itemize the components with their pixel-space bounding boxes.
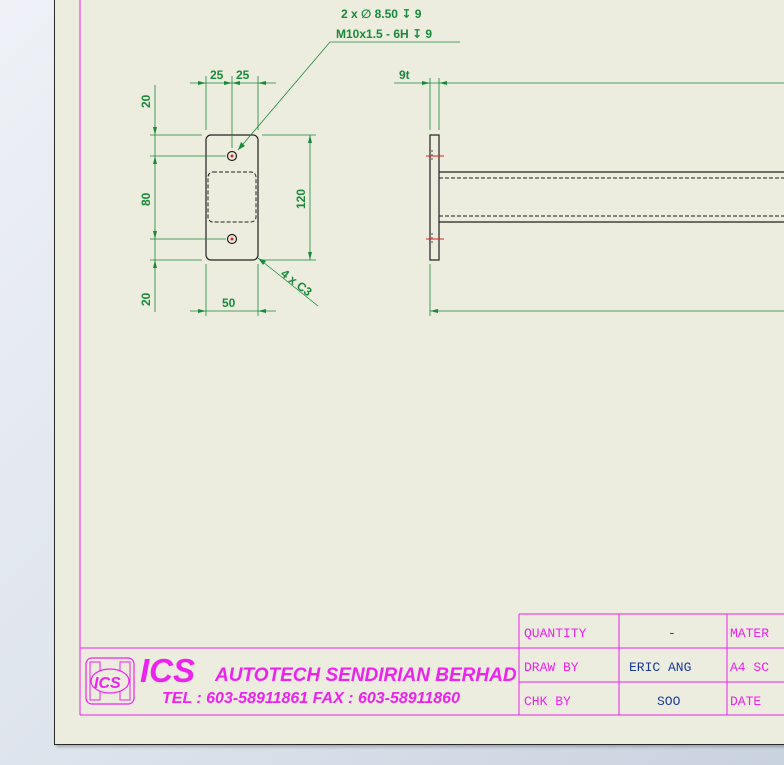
callout-hole: 2 x ∅ 8.50 ↧ 9 bbox=[341, 7, 422, 21]
dim-width: 50 bbox=[222, 296, 236, 310]
value-quantity: - bbox=[668, 626, 676, 641]
company-contact: TEL : 603-58911861 FAX : 603-58911860 bbox=[162, 690, 460, 707]
company-short: ICS bbox=[140, 652, 195, 689]
dim-hole-spacing: 80 bbox=[139, 192, 153, 206]
title-block[interactable]: ICS ICS AUTOTECH SENDIRIAN BERHAD TEL : … bbox=[85, 613, 784, 715]
logo-text: ICS bbox=[94, 675, 121, 692]
company-name: AUTOTECH SENDIRIAN BERHAD bbox=[214, 665, 517, 686]
label-quantity: QUANTITY bbox=[524, 626, 587, 641]
value-chk-by: SOO bbox=[657, 694, 681, 709]
dim-chamfer: 4 x C3 bbox=[278, 266, 315, 299]
dim-bottom-margin: 20 bbox=[139, 292, 153, 306]
front-view-plate[interactable] bbox=[205, 134, 259, 261]
frame-border bbox=[79, 0, 784, 716]
hole-bottom bbox=[226, 233, 238, 245]
hole-top bbox=[226, 150, 238, 162]
label-draw-by: DRAW BY bbox=[524, 660, 579, 675]
side-view-arrows bbox=[422, 81, 447, 313]
side-view-part[interactable] bbox=[426, 134, 784, 261]
label-a4-scale: A4 SC bbox=[730, 660, 769, 675]
side-view-dimensions bbox=[394, 78, 784, 316]
dim-top-left: 25 bbox=[210, 68, 224, 82]
dim-top-right: 25 bbox=[236, 68, 250, 82]
value-draw-by: ERIC ANG bbox=[629, 660, 691, 675]
ics-logo: ICS bbox=[85, 657, 135, 705]
label-date: DATE bbox=[730, 694, 761, 709]
drawing-canvas[interactable]: 25 25 20 80 20 120 50 4 x C3 2 x ∅ 8.50 … bbox=[0, 0, 784, 765]
label-chk-by: CHK BY bbox=[524, 694, 571, 709]
label-material: MATER bbox=[730, 626, 769, 641]
dim-top-margin: 20 bbox=[139, 94, 153, 108]
dim-height: 120 bbox=[294, 189, 308, 209]
callout-thread: M10x1.5 - 6H ↧ 9 bbox=[336, 27, 432, 41]
dim-thickness: 9t bbox=[399, 68, 410, 82]
